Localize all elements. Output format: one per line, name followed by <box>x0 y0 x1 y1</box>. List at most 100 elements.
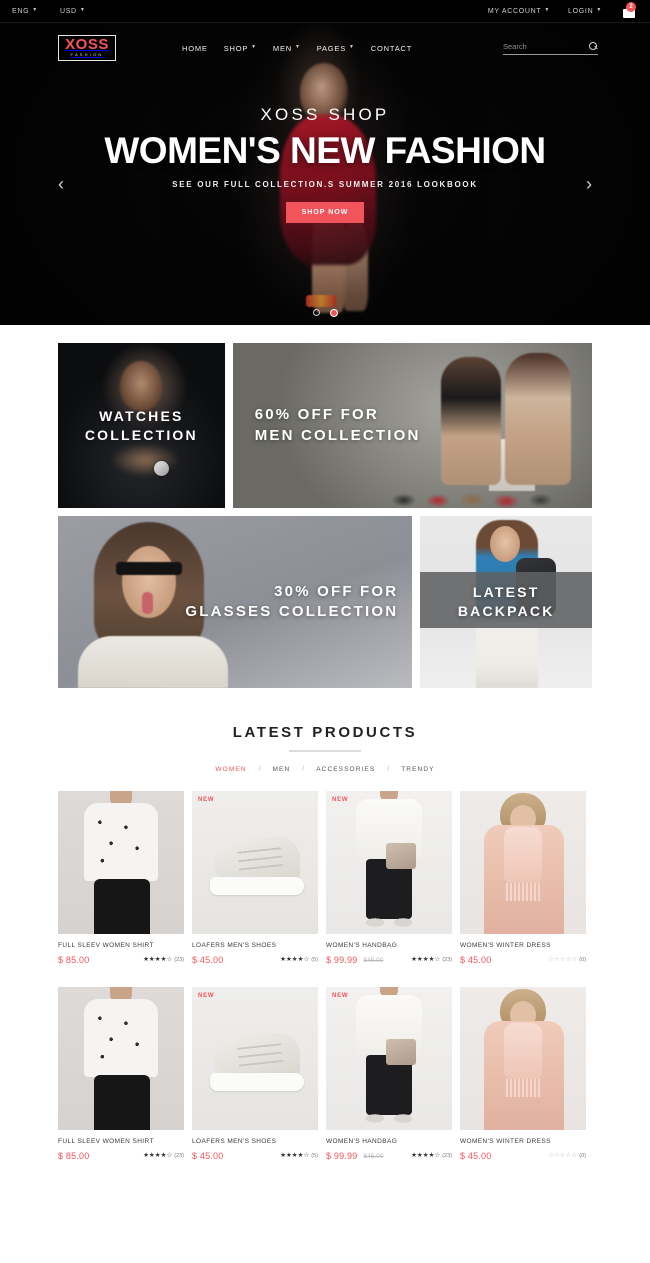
language-selector[interactable]: ENG ▼ <box>12 7 38 15</box>
section-title: LATEST PRODUCTS <box>232 724 418 741</box>
chevron-down-icon: ▼ <box>32 7 38 13</box>
product-card[interactable]: WOMEN'S WINTER DRESS $ 45.00 ☆ ☆ ☆ ☆ ☆ (0) <box>460 791 586 965</box>
promo-label: 60% OFF FOR MEN COLLECTION <box>255 405 421 446</box>
carousel-dot-1[interactable] <box>312 309 320 316</box>
product-name: WOMEN'S WINTER DRESS <box>460 942 551 949</box>
promo-watches-collection[interactable]: WATCHES COLLECTION <box>58 343 225 508</box>
currency-label: USD <box>59 7 77 15</box>
tab-women[interactable]: WOMEN <box>203 766 258 773</box>
product-card[interactable]: NEW LOAFERS MEN'S SHOES $ 45.00 ★ ★ ★ ★ ☆ (5… <box>192 791 318 965</box>
product-card[interactable]: FULL SLEEV WOMEN SHIRT $ 85.00 ★ ★ ★ ★ ☆ (23… <box>58 987 184 1161</box>
rating-count: (23) <box>174 957 184 963</box>
carousel-next-arrow[interactable]: › <box>586 175 592 193</box>
product-image[interactable] <box>460 987 586 1130</box>
nav-label: PAGES <box>316 43 347 53</box>
product-image[interactable]: NEW <box>192 987 318 1130</box>
carousel-dot-2[interactable] <box>329 309 338 317</box>
hero-content: XOSS SHOP WOMEN'S NEW FASHION SEE OUR FU… <box>0 105 650 223</box>
product-name: WOMEN'S WINTER DRESS <box>460 1138 551 1145</box>
product-name: FULL SLEEV WOMEN SHIRT <box>58 942 154 949</box>
chevron-down-icon: ▼ <box>251 44 257 50</box>
search-icon[interactable] <box>589 41 598 51</box>
logo-text: XOSS <box>65 36 109 53</box>
nav-label: HOME <box>182 43 208 53</box>
product-image[interactable]: NEW <box>326 791 452 934</box>
tab-accessories[interactable]: ACCESSORIES <box>304 766 387 773</box>
product-rating: ★ ★ ★ ★ ☆ (5) <box>280 955 318 963</box>
promo-label-line2: COLLECTION <box>84 426 198 443</box>
product-card[interactable]: NEW WOMEN'S HANDBAG $ 99.99 $45.00 ★ ★ ★ ★ ☆… <box>326 987 452 1161</box>
product-price: $ 85.00 <box>58 955 90 965</box>
site-logo[interactable]: XOSS FASHION <box>58 35 116 61</box>
my-account-menu[interactable]: MY ACCOUNT ▼ <box>488 7 550 15</box>
promo-latest-backpack[interactable]: LATEST BACKPACK <box>420 516 592 688</box>
chevron-down-icon: ▼ <box>79 7 86 13</box>
promo-label-line1: LATEST <box>472 584 540 601</box>
product-old-price: $45.00 <box>363 956 384 964</box>
chevron-down-icon: ▼ <box>295 44 301 50</box>
promo-label: LATEST BACKPACK <box>420 583 592 621</box>
top-utility-bar: ENG ▼ USD ▼ MY ACCOUNT ▼ LOGIN ▼ 2 <box>0 0 650 23</box>
promo-photo-detail <box>110 443 180 477</box>
search-input[interactable] <box>503 41 581 51</box>
product-name: LOAFERS MEN'S SHOES <box>192 1138 277 1145</box>
product-card[interactable]: NEW LOAFERS MEN'S SHOES $ 45.00 ★ ★ ★ ★ ☆ (5… <box>192 987 318 1161</box>
nav-item-home[interactable]: HOME <box>182 44 208 53</box>
cart-button[interactable]: 2 <box>620 2 638 20</box>
language-label: ENG <box>12 7 30 15</box>
search-box[interactable] <box>503 41 598 55</box>
shop-now-button[interactable]: SHOP NOW <box>285 202 365 223</box>
new-badge: NEW <box>332 993 349 999</box>
nav-item-men[interactable]: MEN ▼ <box>273 44 301 53</box>
product-rating: ☆ ☆ ☆ ☆ ☆ (0) <box>548 955 586 963</box>
product-image[interactable] <box>58 791 184 934</box>
product-rating: ★ ★ ★ ★ ☆ (23) <box>143 955 184 963</box>
product-meta: $ 45.00 ★ ★ ★ ★ ☆ (5) <box>192 1151 318 1161</box>
product-photo <box>58 791 184 934</box>
product-price: $ 45.00 <box>192 955 224 965</box>
login-label: LOGIN <box>568 7 594 15</box>
nav-item-shop[interactable]: SHOP ▼ <box>224 44 257 53</box>
promo-men-collection[interactable]: 60% OFF FOR MEN COLLECTION <box>232 343 592 508</box>
title-underline <box>289 750 361 752</box>
product-price: $ 45.00 <box>460 1151 492 1161</box>
product-old-price: $45.00 <box>363 1152 384 1160</box>
promo-banner-grid: WATCHES COLLECTION 60% OFF FOR MEN COLLE… <box>0 325 650 688</box>
carousel-dots <box>0 309 650 317</box>
product-card[interactable]: NEW WOMEN'S HANDBAG $ 99.99 $45.00 ★ ★ ★ ★ ☆… <box>326 791 452 965</box>
main-navigation: HOME SHOP ▼ MEN ▼ PAGES ▼ CONTACT <box>182 44 412 53</box>
product-card[interactable]: FULL SLEEV WOMEN SHIRT $ 85.00 ★ ★ ★ ★ ☆ (23… <box>58 791 184 965</box>
hero-carousel: XOSS FASHION HOME SHOP ▼ MEN ▼ PAGES ▼ C… <box>0 23 650 325</box>
product-price: $ 45.00 <box>460 955 492 965</box>
nav-label: CONTACT <box>370 43 413 53</box>
nav-label: MEN <box>272 43 292 53</box>
promo-photo-detail <box>380 482 571 508</box>
tab-trendy[interactable]: TRENDY <box>389 766 446 773</box>
rating-count: (0) <box>579 957 586 963</box>
new-badge: NEW <box>332 797 349 803</box>
site-header: XOSS FASHION HOME SHOP ▼ MEN ▼ PAGES ▼ C… <box>0 23 650 73</box>
product-image[interactable]: NEW <box>192 791 318 934</box>
nav-item-pages[interactable]: PAGES ▼ <box>317 44 355 53</box>
product-image[interactable] <box>58 987 184 1130</box>
promo-photo-detail <box>440 357 501 485</box>
product-photo <box>192 987 318 1130</box>
currency-selector[interactable]: USD ▼ <box>59 7 86 15</box>
hero-subtitle: SEE OUR FULL COLLECTION.S SUMMER 2016 LO… <box>172 180 478 189</box>
latest-products-section: LATEST PRODUCTS WOMEN / MEN / ACCESSORIE… <box>0 696 650 1161</box>
product-price: $ 85.00 <box>58 1151 90 1161</box>
rating-count: (23) <box>442 1153 452 1159</box>
product-card[interactable]: WOMEN'S WINTER DRESS $ 45.00 ☆ ☆ ☆ ☆ ☆ (0) <box>460 987 586 1161</box>
tab-men[interactable]: MEN <box>261 766 303 773</box>
product-image[interactable] <box>460 791 586 934</box>
promo-label-line1: 60% OFF FOR <box>254 406 379 424</box>
product-image[interactable]: NEW <box>326 987 452 1130</box>
product-photo <box>58 987 184 1130</box>
product-price: $ 45.00 <box>192 1151 224 1161</box>
promo-glasses-collection[interactable]: 30% OFF FOR GLASSES COLLECTION <box>58 516 413 688</box>
nav-item-contact[interactable]: CONTACT <box>371 44 412 53</box>
hero-title: WOMEN'S NEW FASHION <box>104 130 546 171</box>
login-menu[interactable]: LOGIN ▼ <box>568 7 602 15</box>
carousel-prev-arrow[interactable]: ‹ <box>58 175 64 193</box>
sunglasses-icon <box>116 562 182 575</box>
